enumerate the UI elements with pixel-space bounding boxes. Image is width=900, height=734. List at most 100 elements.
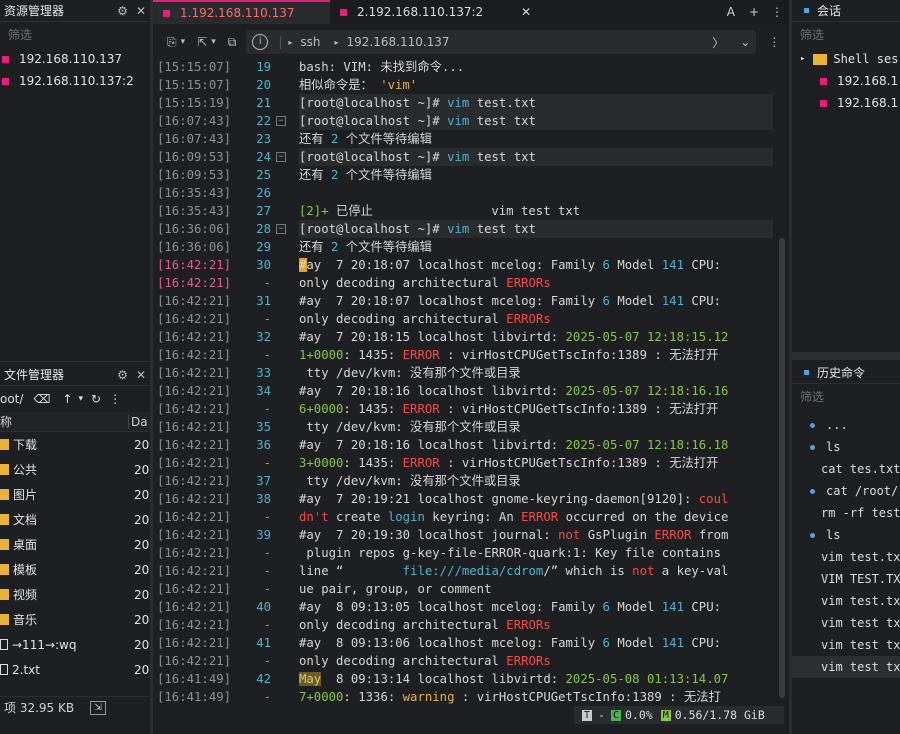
sessions-filter[interactable]: 筛选 <box>792 22 900 48</box>
close-tab-icon[interactable]: ✕ <box>521 5 531 19</box>
history-item[interactable]: vim test tx <box>792 612 900 634</box>
address-bar[interactable]: i | ▸ ssh ▸ 192.168.110.137 〉 ⌄ <box>246 30 757 54</box>
more-icon[interactable]: ⋮ <box>768 35 780 49</box>
text-segment: 还有 <box>299 240 331 254</box>
fold-icon[interactable]: − <box>276 116 286 126</box>
line-timestamp: [16:42:21] <box>157 654 232 668</box>
breadcrumb-host[interactable]: 192.168.110.137 <box>347 35 450 49</box>
dropdown-icon[interactable]: ▾ <box>211 37 216 47</box>
history-item[interactable]: VIM TEST.TX <box>792 568 900 590</box>
dropdown-icon[interactable]: ▾ <box>181 37 186 47</box>
terminal-line: [16:42:21] 32 #ay 7 20:18:15 localhost lib… <box>153 328 773 346</box>
scrollbar-thumb[interactable] <box>779 238 785 698</box>
file-row[interactable]: 公共 20 <box>0 457 150 482</box>
col-date[interactable]: Da <box>128 414 150 429</box>
history-item[interactable]: cat /root/ <box>792 480 900 502</box>
file-row[interactable]: 视频 20 <box>0 582 150 607</box>
more-icon[interactable]: ⋮ <box>771 5 783 19</box>
resource-filter[interactable]: 筛选 <box>0 22 150 48</box>
history-item[interactable]: rm -rf test <box>792 502 900 524</box>
file-row[interactable]: 模板 20 <box>0 557 150 582</box>
close-icon[interactable]: ✕ <box>136 4 146 18</box>
fold-icon[interactable]: − <box>276 224 286 234</box>
line-timestamp: [16:35:43] <box>157 186 232 200</box>
gear-icon[interactable]: ⚙ <box>117 368 128 382</box>
terminal-line: [16:35:43] 27 [2]+ 已停止 vim test txt <box>153 202 773 220</box>
chevron-right-icon[interactable]: 〉 <box>712 34 724 51</box>
session-item[interactable]: 192.168.1 <box>792 92 900 114</box>
terminal-line: [16:42:21] - 1+0000: 1435: ERROR : virHost… <box>153 346 773 364</box>
text-segment: coul <box>698 492 729 506</box>
info-icon[interactable]: i <box>252 34 269 50</box>
breadcrumb-protocol[interactable]: ssh <box>300 35 320 49</box>
divider[interactable] <box>792 352 900 360</box>
dropdown-icon[interactable]: ▾ <box>78 394 83 404</box>
line-text: 还有 2 个文件等待编辑 <box>299 238 432 256</box>
text-segment: 141 <box>661 258 684 272</box>
more-icon[interactable]: ⋮ <box>109 392 121 406</box>
upload-icon[interactable]: ⇲ <box>90 700 107 715</box>
add-tab-icon[interactable]: + <box>749 5 759 19</box>
history-item[interactable]: vim test tx <box>792 656 900 678</box>
history-item[interactable]: vim test.tx <box>792 590 900 612</box>
line-number: 41 <box>256 636 271 650</box>
line-timestamp: [16:35:43] <box>157 204 232 218</box>
refresh-icon[interactable]: ↻ <box>91 392 101 406</box>
tab-icon <box>163 9 170 17</box>
line-timestamp: [16:42:21] <box>157 636 232 650</box>
fold-icon[interactable]: − <box>276 152 286 162</box>
session-item[interactable]: 192.168.110.137:2 <box>0 70 150 92</box>
session-item[interactable]: 192.168.110.137 <box>0 48 150 70</box>
file-date: 20 <box>134 437 150 452</box>
history-item[interactable]: cat tes.txt <box>792 458 900 480</box>
text-segment: : virHostCPUGetTscInfo:1389 : 无法打开 <box>439 348 719 362</box>
up-arrow-icon[interactable]: ↑ <box>62 392 72 406</box>
chevron-right-icon[interactable]: ▸ <box>800 54 805 64</box>
file-row[interactable]: 图片 20 <box>0 482 150 507</box>
open-external-icon[interactable]: ⇱ <box>197 35 207 49</box>
link-icon[interactable]: ⧉ <box>228 35 237 50</box>
history-item[interactable]: vim test.tx <box>792 546 900 568</box>
line-number: 19 <box>256 60 271 74</box>
clear-icon[interactable]: ⌫ <box>33 392 50 406</box>
history-command: vim test tx <box>821 660 900 674</box>
session-folder[interactable]: ▸ Shell ses <box>792 48 900 70</box>
terminal-output[interactable]: [15:15:07] 19 bash: VIM: 未找到命令... [15:15:07… <box>153 58 789 704</box>
history-item[interactable]: ls <box>792 436 900 458</box>
history-item[interactable]: ls <box>792 524 900 546</box>
sessions-icon <box>804 8 809 13</box>
session-label: 192.168.110.137 <box>19 52 123 66</box>
close-icon[interactable]: ✕ <box>136 368 146 382</box>
file-date: 20 <box>134 612 150 627</box>
new-session-icon[interactable]: ⎘ <box>167 35 177 50</box>
file-row[interactable]: →111→:wq 20 <box>0 632 150 657</box>
text-segment: test txt <box>469 114 536 128</box>
chevron-down-icon[interactable]: ⌄ <box>740 35 750 49</box>
line-timestamp: [16:42:21] <box>157 294 232 308</box>
path-input[interactable]: oot/ <box>0 392 23 406</box>
text-segment: test txt <box>469 222 536 236</box>
history-filter[interactable]: 筛选 <box>792 384 900 410</box>
history-item[interactable]: ... <box>792 414 900 436</box>
text-segment: login <box>387 510 425 524</box>
font-size-icon[interactable]: A <box>727 5 735 19</box>
line-number: - <box>263 564 271 578</box>
file-name: 模板 <box>13 563 38 577</box>
text-segment: plugin repos g-key-file-ERROR-quark:1: K… <box>299 546 729 560</box>
col-name[interactable]: 称 <box>0 413 128 430</box>
folder-icon <box>813 53 828 65</box>
session-item[interactable]: 192.168.1 <box>792 70 900 92</box>
file-row[interactable]: 文档 20 <box>0 507 150 532</box>
tab-session-1[interactable]: 1.192.168.110.137 <box>153 0 330 24</box>
file-row[interactable]: 下载 20 <box>0 432 150 457</box>
terminal-scrollbar[interactable] <box>775 58 789 702</box>
line-timestamp: [15:15:19] <box>157 96 232 110</box>
file-row[interactable]: 音乐 20 <box>0 607 150 632</box>
file-row[interactable]: 2.txt 20 <box>0 657 150 682</box>
gear-icon[interactable]: ⚙ <box>117 4 128 18</box>
line-text: dn't create login keyring: An ERROR occu… <box>299 508 728 526</box>
history-item[interactable]: vim test tx <box>792 634 900 656</box>
file-row[interactable]: 桌面 20 <box>0 532 150 557</box>
tab-session-2[interactable]: 2.192.168.110.137:2 ✕ <box>330 0 541 24</box>
session-icon <box>2 55 9 63</box>
